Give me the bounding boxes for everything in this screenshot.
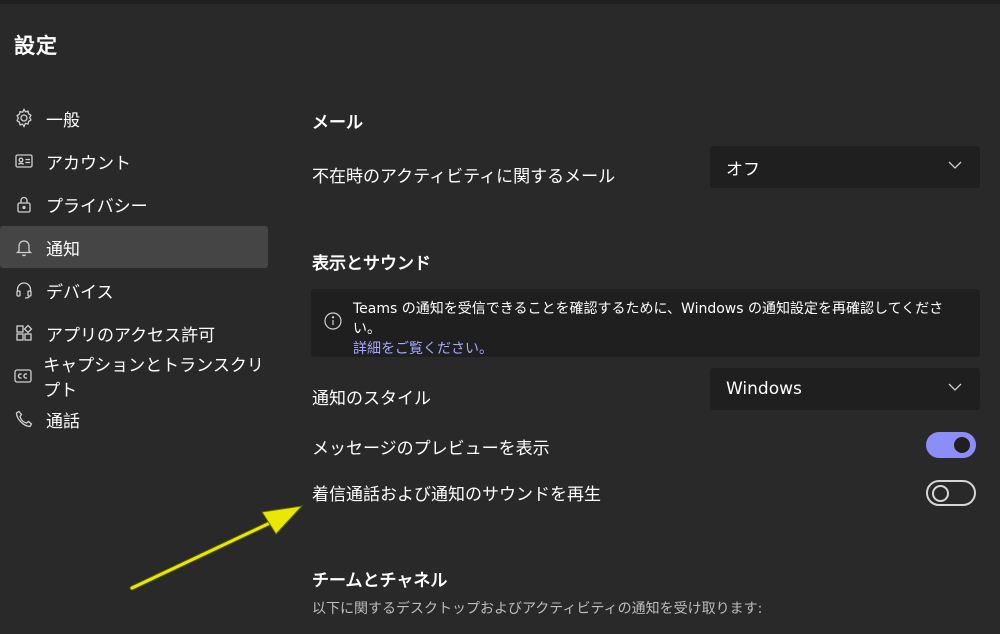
learn-more-link[interactable]: 詳細をご覧ください。 [353, 339, 966, 359]
sidebar-item-privacy[interactable]: プライバシー [0, 183, 268, 225]
teams-channels-description: 以下に関するデスクトップおよびアクティビティの通知を受け取ります: [312, 601, 763, 617]
sidebar-item-label: キャプションとトランスクリプト [43, 356, 264, 401]
message-preview-label: メッセージのプレビューを表示 [312, 439, 550, 459]
display-sound-section-title: 表示とサウンド [312, 254, 431, 274]
sidebar-item-label: 一般 [46, 110, 80, 131]
sidebar-item-account[interactable]: アカウント [0, 140, 268, 182]
sidebar-item-captions[interactable]: キャプションとトランスクリプト [0, 355, 268, 401]
sidebar-item-label: デバイス [46, 282, 114, 303]
apps-icon [12, 321, 36, 345]
play-sound-toggle[interactable] [926, 480, 976, 506]
sidebar-item-label: 通話 [46, 411, 80, 432]
headset-icon [12, 278, 36, 302]
notification-style-dropdown[interactable]: Windows [710, 368, 980, 410]
gear-icon [12, 106, 36, 130]
phone-icon [12, 407, 36, 431]
dropdown-value: Windows [726, 379, 802, 399]
bell-icon [12, 235, 36, 259]
sidebar-item-general[interactable]: 一般 [0, 97, 268, 139]
sidebar-item-calls[interactable]: 通話 [0, 398, 268, 440]
chevron-down-icon [946, 378, 964, 401]
cc-icon [12, 364, 33, 388]
window-top-border [0, 0, 1000, 4]
chevron-down-icon [946, 156, 964, 179]
play-sound-label: 着信通話および通知のサウンドを再生 [312, 485, 601, 505]
info-icon [323, 311, 343, 331]
mail-section-title: メール [312, 113, 363, 133]
toggle-knob [932, 484, 949, 502]
dropdown-value: オフ [726, 159, 760, 180]
sidebar-item-app-permissions[interactable]: アプリのアクセス許可 [0, 312, 268, 354]
notification-style-label: 通知のスタイル [312, 389, 431, 409]
message-preview-toggle[interactable] [926, 432, 976, 458]
sidebar-item-label: プライバシー [46, 196, 148, 217]
away-activity-email-dropdown[interactable]: オフ [710, 146, 980, 188]
notification-info-banner: Teams の通知を受信できることを確認するために、Windows の通知設定を… [311, 289, 980, 357]
info-text: Teams の通知を受信できることを確認するために、Windows の通知設定を… [353, 301, 944, 337]
id-card-icon [12, 149, 36, 173]
toggle-knob [954, 437, 970, 453]
page-title: 設定 [14, 34, 58, 58]
lock-icon [12, 192, 36, 216]
sidebar-item-devices[interactable]: デバイス [0, 269, 268, 311]
sidebar-item-label: アカウント [46, 153, 131, 174]
sidebar-item-notifications[interactable]: 通知 [0, 226, 268, 268]
sidebar-item-label: アプリのアクセス許可 [46, 325, 216, 346]
sidebar-item-label: 通知 [46, 239, 80, 260]
teams-channels-section-title: チームとチャネル [312, 571, 448, 591]
away-activity-email-label: 不在時のアクティビティに関するメール [312, 167, 616, 187]
